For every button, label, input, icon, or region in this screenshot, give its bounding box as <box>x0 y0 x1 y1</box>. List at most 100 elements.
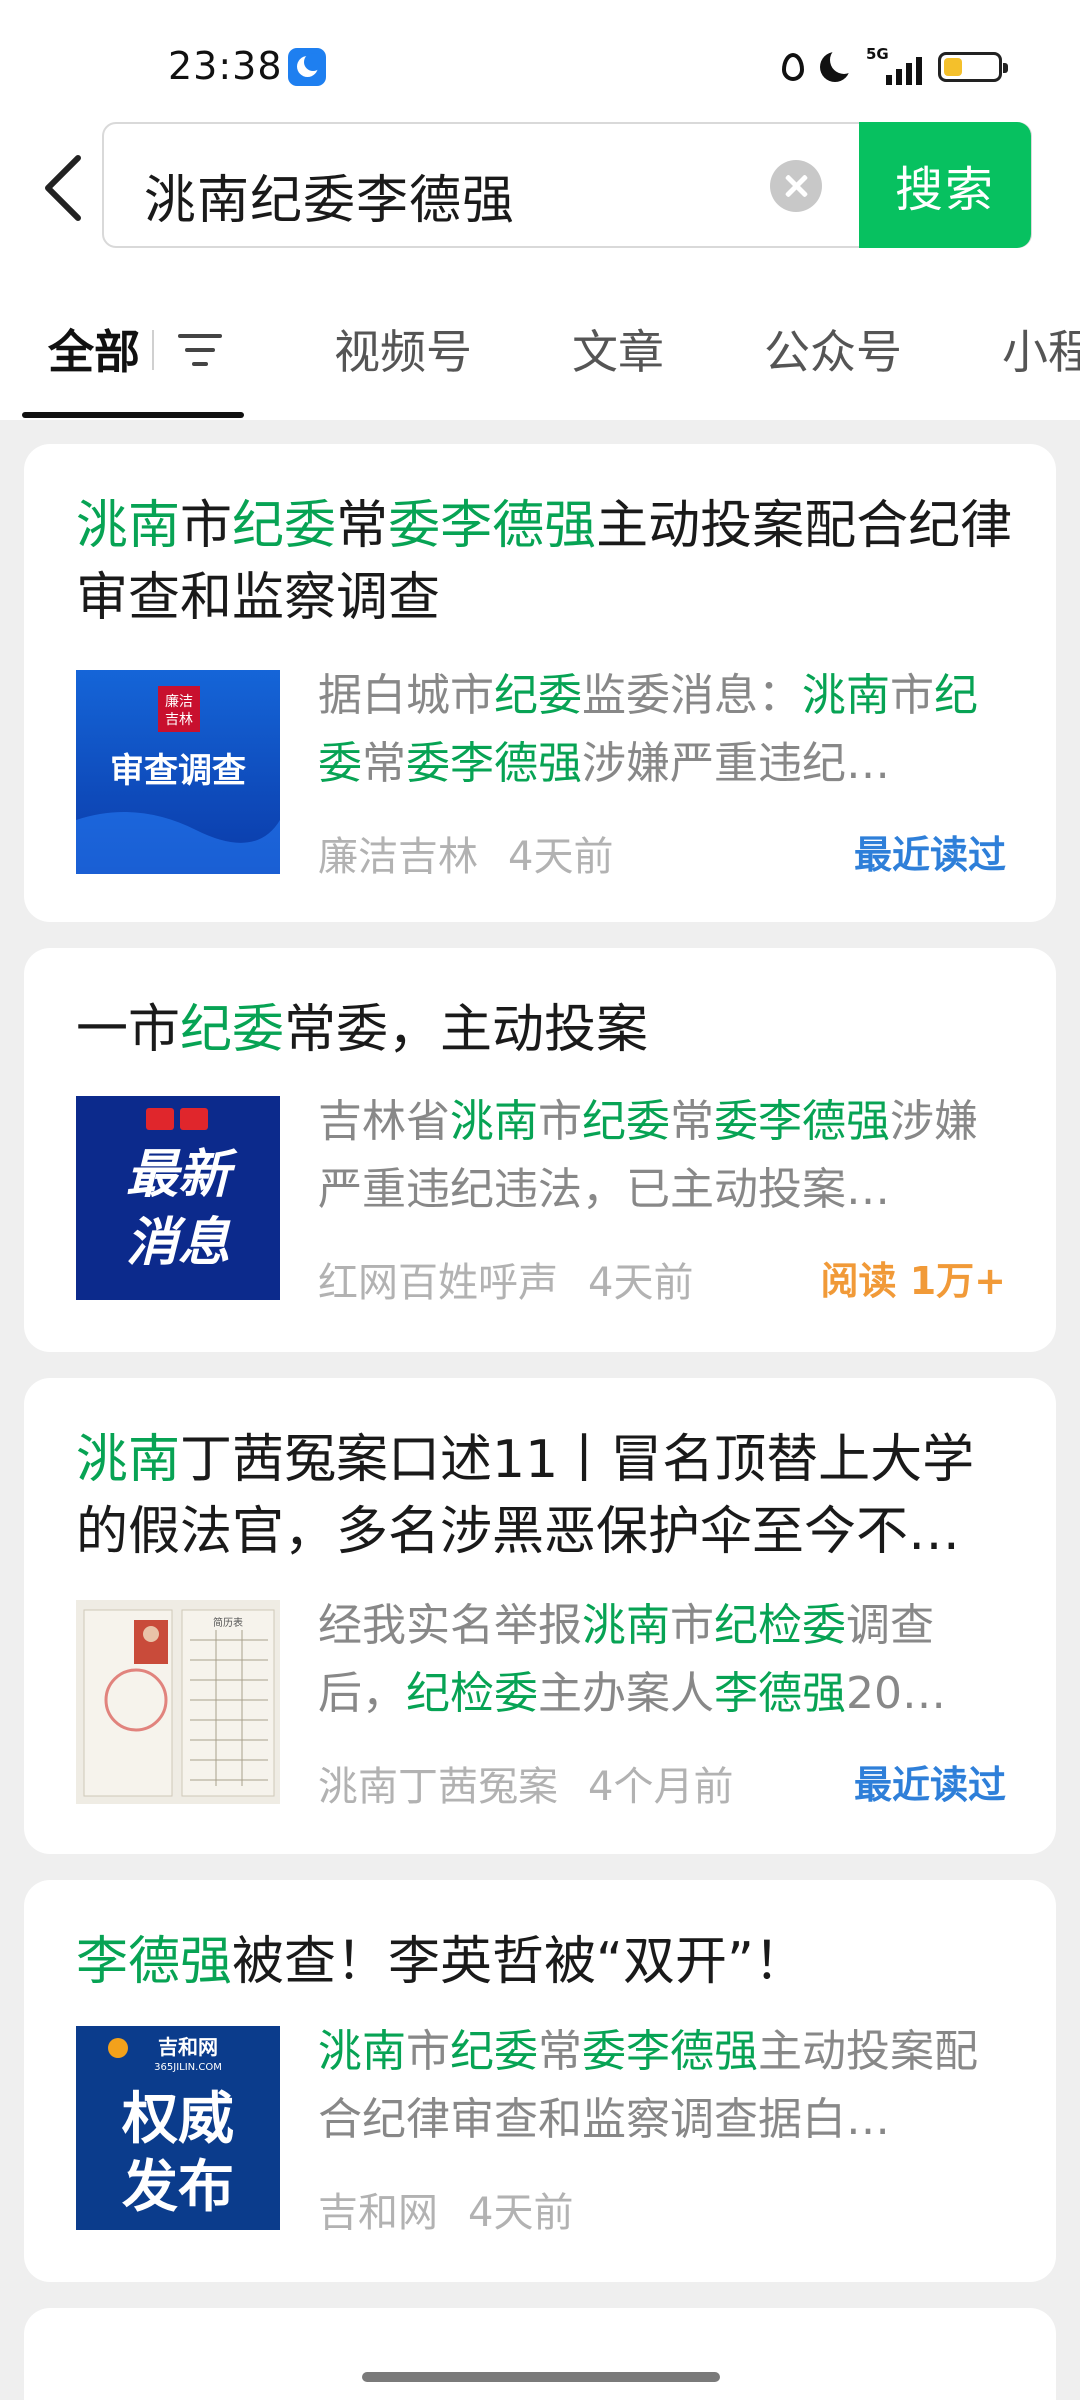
text-segment: 据白城市 <box>318 670 494 721</box>
tab-channels[interactable]: 视频号 <box>334 316 472 382</box>
result-meta: 吉和网 4天前 <box>318 2180 573 2238</box>
tab-articles[interactable]: 文章 <box>572 316 664 382</box>
tab-mini-programs[interactable]: 小程 <box>1002 316 1080 382</box>
highlighted-keyword: 洮南 <box>318 2026 406 2077</box>
highlighted-keyword: 李德强 <box>714 1668 846 1719</box>
result-card[interactable]: 洮南市纪委常委李德强主动投案配合纪律审查和监察调查 廉洁 吉林 审查调查 据白城… <box>24 444 1056 922</box>
result-card[interactable]: 一市纪委常委，主动投案 最新 消息 吉林省洮南市纪委常委李德强涉嫌严重违纪违法，… <box>24 948 1056 1352</box>
status-icons: 5G <box>782 45 1008 88</box>
result-source[interactable]: 红网百姓呼声 <box>318 1260 558 1306</box>
moon-app-icon <box>288 48 326 86</box>
text-segment: 主办案人 <box>538 1668 714 1719</box>
result-description: 经我实名举报洮南市纪检委调查后，纪检委主办案人李德强20… <box>318 1592 1018 1728</box>
text-segment: 经我实名举报 <box>318 1600 582 1651</box>
result-tabs: 全部 视频号 文章 公众号 小程 <box>0 300 1080 420</box>
highlighted-keyword: 委李德强 <box>582 2026 758 2077</box>
highlighted-keyword: 李德强 <box>76 1932 233 1992</box>
result-thumbnail: 吉和网 365JILIN.COM 权威 发布 <box>76 2026 280 2230</box>
result-description: 吉林省洮南市纪委常委李德强涉嫌严重违纪违法，已主动投案… <box>318 1088 1018 1224</box>
water-drop-icon <box>782 53 804 81</box>
result-meta: 洮南丁茜冤案 4个月前 <box>318 1754 733 1812</box>
result-description: 洮南市纪委常委李德强主动投案配合纪律审查和监察调查据白… <box>318 2018 1018 2154</box>
text-segment: 常 <box>336 496 389 556</box>
result-time: 4天前 <box>468 2190 574 2236</box>
thumb-text: 吉和网 <box>158 2035 218 2059</box>
result-time: 4天前 <box>508 834 614 880</box>
top-bar: 23:38 5G 洮南纪委李德强 搜索 全部 视频号 文章 公众号 小程 <box>0 0 1080 420</box>
do-not-disturb-icon <box>820 46 858 82</box>
thumb-text: 审查调查 <box>110 751 246 791</box>
clear-search-icon[interactable] <box>770 160 822 212</box>
result-card[interactable] <box>24 2308 1056 2400</box>
thumb-text: 简历表 <box>213 1616 243 1629</box>
highlighted-keyword: 委李德强 <box>714 1096 890 1147</box>
thumb-text: 权威 <box>121 2087 234 2152</box>
tab-official-accounts[interactable]: 公众号 <box>764 316 902 382</box>
text-segment: 丁茜冤案口述11丨冒名顶替上大学的假法官，多名涉黑恶保护伞至今不… <box>76 1430 975 1562</box>
highlighted-keyword: 纪委 <box>494 670 582 721</box>
signal-icon: 5G <box>866 45 922 85</box>
highlighted-keyword: 纪委 <box>450 2026 538 2077</box>
thumb-text: 最新 <box>126 1145 238 1205</box>
highlighted-keyword: 洮南 <box>450 1096 538 1147</box>
active-tab-indicator <box>22 412 244 418</box>
result-title[interactable]: 一市纪委常委，主动投案 <box>76 994 1016 1066</box>
highlighted-keyword: 纪检委 <box>406 1668 538 1719</box>
text-segment: 市 <box>406 2026 450 2077</box>
filter-icon[interactable] <box>176 330 224 370</box>
text-segment: 市 <box>890 670 934 721</box>
result-meta: 红网百姓呼声 4天前 <box>318 1250 693 1308</box>
result-title[interactable]: 洮南市纪委常委李德强主动投案配合纪律审查和监察调查 <box>76 490 1016 634</box>
result-title[interactable]: 洮南丁茜冤案口述11丨冒名顶替上大学的假法官，多名涉黑恶保护伞至今不… <box>76 1424 1016 1568</box>
highlighted-keyword: 委李德强 <box>406 738 582 789</box>
text-segment: 吉林省 <box>318 1096 450 1147</box>
result-thumbnail: 最新 消息 <box>76 1096 280 1300</box>
text-segment: 市 <box>538 1096 582 1147</box>
text-segment: 常 <box>670 1096 714 1147</box>
search-input[interactable]: 洮南纪委李德强 <box>144 158 515 233</box>
result-source[interactable]: 吉和网 <box>318 2190 438 2236</box>
result-title[interactable]: 李德强被查！李英哲被“双开”！ <box>76 1926 1016 1998</box>
result-time: 4个月前 <box>588 1764 734 1810</box>
thumb-text: 消息 <box>126 1213 231 1273</box>
text-segment: 涉嫌严重违纪… <box>582 738 890 789</box>
result-thumbnail: 廉洁 吉林 审查调查 <box>76 670 280 874</box>
result-thumbnail: 简历表 <box>76 1600 280 1804</box>
back-button[interactable] <box>36 150 96 226</box>
result-source[interactable]: 洮南丁茜冤案 <box>318 1764 558 1810</box>
result-card[interactable]: 李德强被查！李英哲被“双开”！ 吉和网 365JILIN.COM 权威 发布 洮… <box>24 1880 1056 2282</box>
thumb-text: 廉洁 <box>165 693 193 710</box>
result-meta: 廉洁吉林 4天前 <box>318 824 613 882</box>
text-segment: 常 <box>538 2026 582 2077</box>
result-card[interactable]: 洮南丁茜冤案口述11丨冒名顶替上大学的假法官，多名涉黑恶保护伞至今不… 简历表 … <box>24 1378 1056 1854</box>
highlighted-keyword: 洮南 <box>582 1600 670 1651</box>
tab-all[interactable]: 全部 <box>48 316 140 382</box>
text-segment: 被查！李英哲被“双开”！ <box>232 1932 806 1992</box>
tab-divider <box>152 330 154 370</box>
text-segment: 市 <box>670 1600 714 1651</box>
highlighted-keyword: 纪委 <box>180 1000 285 1060</box>
thumb-text: 吉林 <box>165 712 193 728</box>
highlighted-keyword: 洮南 <box>76 496 181 556</box>
highlighted-keyword: 洮南 <box>802 670 890 721</box>
search-button[interactable]: 搜索 <box>859 122 1031 248</box>
text-segment: 一市 <box>76 1000 181 1060</box>
result-time: 4天前 <box>588 1260 694 1306</box>
text-segment: 常委，主动投案 <box>284 1000 649 1060</box>
highlighted-keyword: 纪委 <box>582 1096 670 1147</box>
thumb-text: 365JILIN.COM <box>154 2062 222 2073</box>
result-source[interactable]: 廉洁吉林 <box>318 834 478 880</box>
chevron-left-icon <box>45 155 81 221</box>
recently-read-badge: 最近读过 <box>853 1763 1006 1807</box>
highlighted-keyword: 委李德强 <box>388 496 597 556</box>
highlighted-keyword: 纪检委 <box>714 1600 846 1651</box>
recently-read-badge: 最近读过 <box>853 833 1006 877</box>
text-segment: 20… <box>846 1668 946 1719</box>
status-time: 23:38 <box>168 44 283 88</box>
thumb-text: 发布 <box>122 2155 234 2220</box>
highlighted-keyword: 纪委 <box>232 496 337 556</box>
read-count-badge: 阅读 1万+ <box>820 1259 1006 1303</box>
text-segment: 监委消息： <box>582 670 802 721</box>
highlighted-keyword: 洮南 <box>76 1430 181 1490</box>
text-segment: 市 <box>180 496 233 556</box>
